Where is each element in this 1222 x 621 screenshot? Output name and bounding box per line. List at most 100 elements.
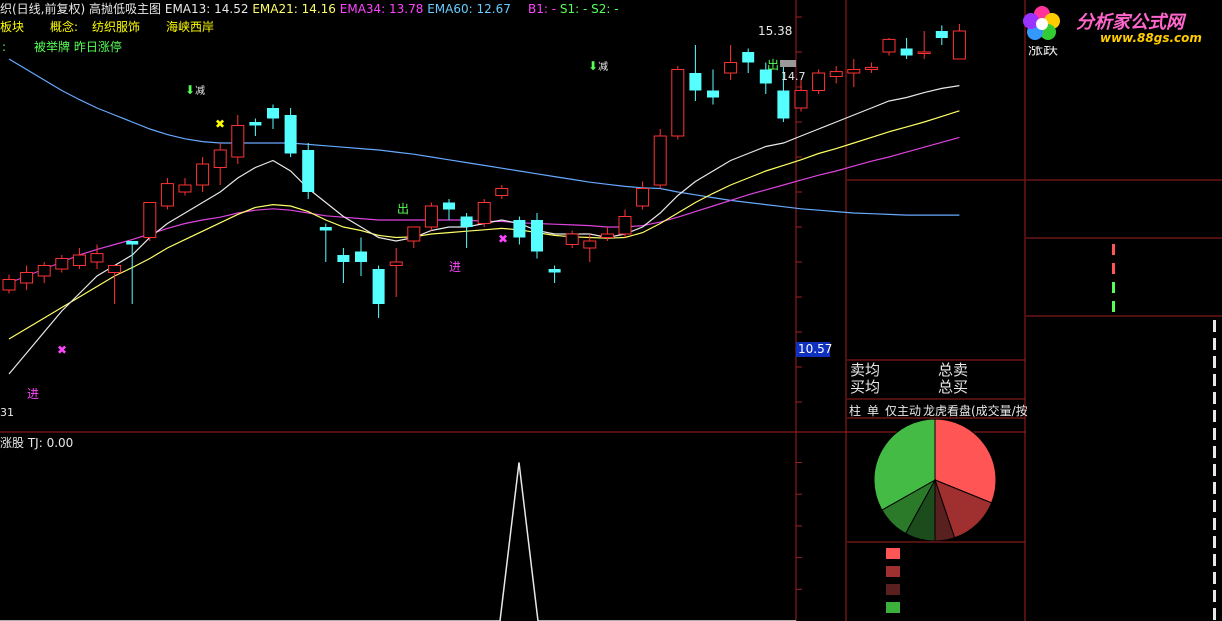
candle-body: [689, 73, 702, 91]
panel-tab[interactable]: 仅主动: [885, 402, 921, 419]
candle-body: [952, 30, 966, 60]
row3-prefix: :: [2, 40, 7, 54]
candle-body: [829, 71, 843, 77]
tick-bar: [1213, 356, 1216, 368]
tick-bar: [1213, 554, 1216, 566]
panel-tab[interactable]: 单: [867, 402, 883, 419]
b1-label: B1: -: [528, 2, 557, 16]
flow-bar: [1112, 282, 1115, 293]
exit-marker-1: 出: [397, 202, 410, 216]
tick-bar: [1213, 338, 1216, 350]
candle-body: [531, 220, 543, 252]
candle-body: [600, 233, 614, 238]
candlestick-chart[interactable]: [0, 0, 1222, 621]
candle-body: [55, 258, 69, 270]
tick-bar: [1213, 500, 1216, 512]
candle-body: [653, 135, 667, 186]
ema21-label: EMA21: 14.16: [252, 2, 336, 16]
candle-body: [882, 38, 896, 53]
candle-body: [126, 241, 139, 245]
row2-label2: 概念:: [50, 20, 79, 34]
candle-body: [2, 279, 16, 291]
chart-header: 织(日线,前复权) 高抛低吸主图 EMA13: 14.52 EMA21: 14.…: [0, 2, 511, 16]
candle-body: [178, 184, 192, 193]
tick-bar: [1213, 320, 1216, 332]
candle-body: [389, 261, 403, 266]
high-price-label: 15.38: [758, 24, 793, 38]
flow-bar: [1112, 244, 1115, 255]
candle-body: [812, 72, 826, 91]
candle-body: [900, 48, 913, 56]
legend-swatch: [886, 548, 900, 559]
s2-label: S2: -: [591, 2, 619, 16]
candle-body: [935, 31, 948, 38]
candle-body: [671, 69, 685, 137]
candle-body: [917, 51, 931, 54]
legend-swatch: [886, 602, 900, 613]
legend-swatch: [886, 584, 900, 595]
candle-body: [618, 216, 632, 235]
ema60-label: EMA60: 12.67: [427, 2, 511, 16]
candle-body: [460, 216, 473, 227]
candle-body: [337, 255, 350, 262]
candle-body: [72, 254, 86, 266]
candle-body: [407, 226, 421, 242]
tick-bar: [1213, 428, 1216, 440]
candle-body: [160, 183, 174, 207]
candle-body: [196, 163, 210, 186]
candle-body: [864, 66, 878, 71]
tick-bar: [1213, 518, 1216, 530]
legend-swatch: [886, 566, 900, 577]
buy-cross-icon: ✖: [57, 343, 68, 357]
candle-body: [319, 227, 332, 231]
ema34-label: EMA34: 13.78: [339, 2, 424, 16]
tick-bar: [1213, 536, 1216, 548]
candle-body: [90, 253, 104, 263]
tick-bar: [1213, 572, 1216, 584]
candle-body: [794, 90, 808, 109]
flow-bar: [1112, 301, 1115, 312]
logo-url: www.88gs.com: [1100, 31, 1202, 45]
indicator-name: 高抛低吸主图: [89, 2, 162, 16]
candle-body: [424, 205, 438, 228]
tick-bar: [1213, 482, 1216, 494]
sub-chart-title: 涨股 TJ: 0.00: [0, 436, 74, 450]
candle-body: [143, 202, 157, 238]
tj-signal-line: [0, 462, 796, 621]
candle-body: [108, 265, 122, 273]
tick-bar: [1213, 410, 1216, 422]
candle-body: [513, 220, 526, 238]
tick-bar: [1213, 446, 1216, 458]
candle-body: [213, 149, 227, 168]
candle-body: [548, 269, 561, 273]
s1-label: S1: -: [559, 2, 588, 16]
avg-sell-label: 卖均: [850, 361, 881, 379]
down-arrow-icon: ⬇: [588, 59, 599, 73]
enter-marker-1: 进: [27, 387, 40, 401]
right-price-label: 14.7: [781, 70, 806, 83]
candle-body: [355, 251, 367, 262]
buy-cross-icon: ✖: [498, 232, 509, 246]
flow-bar: [1112, 263, 1115, 274]
candle-body: [565, 233, 579, 245]
total-sell-label: 总卖: [938, 361, 969, 379]
candle-body: [302, 150, 315, 192]
tick-bar: [1213, 392, 1216, 404]
current-price-label: 10.57: [796, 342, 833, 357]
candle-body: [443, 202, 455, 210]
concept-tag-1[interactable]: 纺织服饰: [92, 20, 140, 34]
panel-tab[interactable]: 柱: [849, 402, 865, 419]
candle-body: [847, 69, 861, 74]
tick-bar: [1213, 464, 1216, 476]
ema13-label: EMA13: 14.52: [164, 2, 249, 16]
panel-tab[interactable]: 龙虎看盘(成交量/按: [923, 402, 1027, 419]
candle-body: [636, 188, 650, 207]
candle-body: [583, 240, 597, 249]
enter-marker-2: 进: [449, 260, 462, 274]
concept-tag-2[interactable]: 海峡西岸: [166, 20, 214, 34]
avg-buy-label: 买均: [850, 378, 881, 396]
stock-title: 织(日线,前复权): [0, 2, 86, 16]
tick-bar: [1213, 590, 1216, 602]
low-price-label: 31: [0, 406, 14, 419]
candle-body: [477, 202, 491, 224]
